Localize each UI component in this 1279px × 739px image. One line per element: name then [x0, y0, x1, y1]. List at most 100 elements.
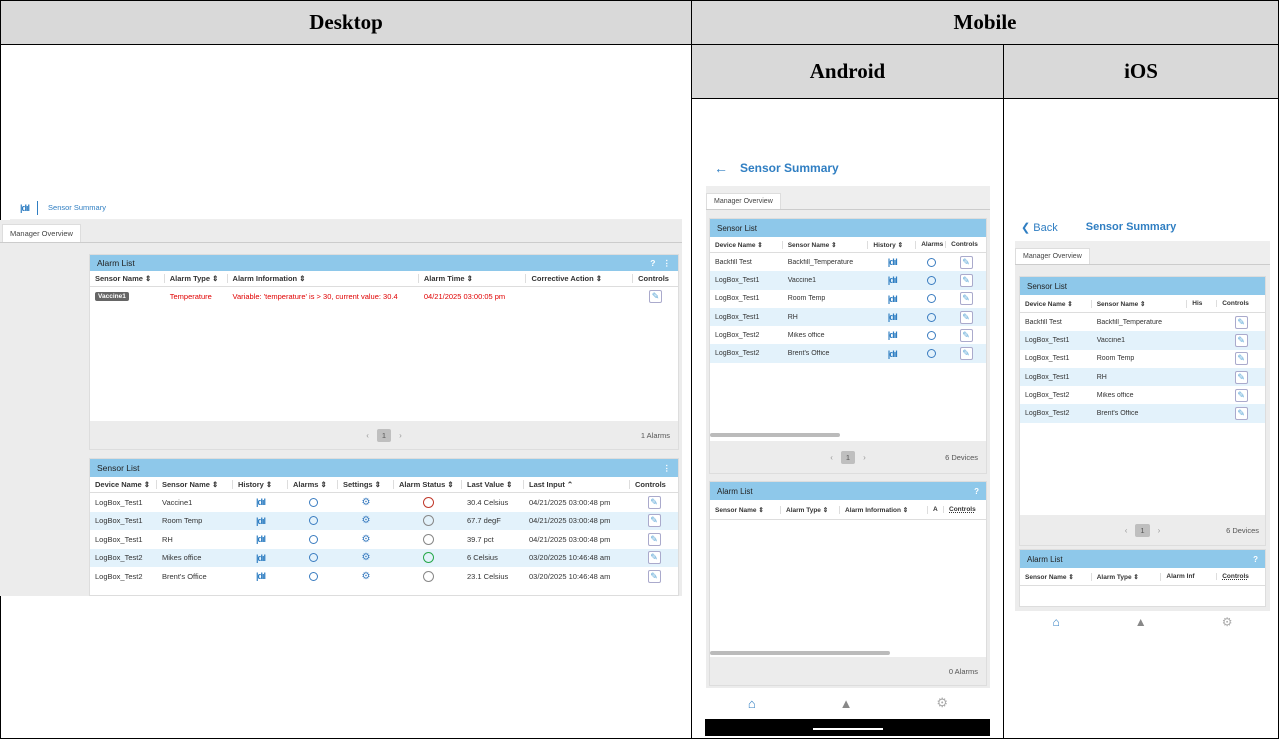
col-sensor-name[interactable]: Sensor Name ⇕ — [157, 480, 233, 489]
table-row[interactable]: Backfill Test Backfill_Temperature |dıl ✎ — [710, 253, 986, 271]
col-history[interactable]: History ⇕ — [233, 480, 288, 489]
history-chart-icon[interactable]: |dıl — [256, 534, 266, 544]
col-device-name[interactable]: Device Name ⇕ — [1020, 299, 1092, 308]
col-alarm-info[interactable]: Alarm Information ⇕ — [840, 505, 928, 514]
edit-icon[interactable]: ✎ — [959, 347, 973, 361]
col-alarm-info[interactable]: Alarm Inf — [1161, 573, 1218, 580]
table-row[interactable]: LogBox_Test1 Vaccine1 |dıl ⚙ 30.4 Celsius 04/… — [90, 493, 678, 512]
history-chart-icon[interactable]: |dıl — [888, 312, 898, 322]
col-sensor-name[interactable]: Sensor Name ⇕ — [1092, 299, 1188, 308]
menu-icon[interactable]: ⋮ — [663, 463, 672, 474]
edit-icon[interactable]: ✎ — [647, 569, 661, 583]
alarm-clock-icon[interactable] — [926, 312, 936, 322]
table-row[interactable]: LogBox_Test1 RH |dıl ⚙ 39.7 pct 04/21/2025 03… — [90, 530, 678, 549]
table-row[interactable]: Vaccine1 Temperature Variable: 'temperat… — [90, 287, 678, 305]
col-history[interactable]: History ⇕ — [868, 240, 917, 249]
col-sensor-name[interactable]: Sensor Name ⇕ — [783, 240, 869, 249]
settings-gear-icon[interactable]: ⚙ — [362, 515, 371, 526]
history-chart-icon[interactable]: |dıl — [256, 516, 266, 526]
alarm-clock-icon[interactable] — [308, 553, 318, 563]
edit-icon[interactable]: ✎ — [959, 292, 973, 306]
alarm-clock-icon[interactable] — [926, 294, 936, 304]
back-button[interactable]: ❮ Back — [1021, 221, 1058, 234]
edit-icon[interactable]: ✎ — [647, 514, 661, 528]
settings-gear-icon[interactable]: ⚙ — [362, 534, 371, 545]
horizontal-scrollbar[interactable] — [710, 433, 840, 437]
back-arrow-icon[interactable]: ← — [714, 160, 728, 176]
table-row[interactable]: LogBox_Test1 RH |dıl ✎ — [710, 307, 986, 327]
tab-manager-overview[interactable]: Manager Overview — [706, 193, 781, 209]
history-chart-icon[interactable]: |dıl — [888, 257, 898, 267]
table-row[interactable]: LogBox_Test1 Vaccine1 ✎ — [1020, 331, 1265, 350]
help-icon[interactable]: ? — [974, 487, 979, 496]
col-alarm-status[interactable]: Alarm Status ⇕ — [394, 480, 462, 489]
next-page-icon[interactable]: › — [863, 453, 866, 462]
col-device-name[interactable]: Device Name ⇕ — [710, 240, 783, 249]
horizontal-scrollbar[interactable] — [710, 651, 890, 655]
next-page-icon[interactable]: › — [1158, 526, 1161, 535]
edit-icon[interactable]: ✎ — [1234, 333, 1248, 347]
home-icon[interactable]: ⌂ — [748, 696, 756, 711]
edit-icon[interactable]: ✎ — [647, 551, 661, 565]
table-row[interactable]: LogBox_Test2 Mikes office |dıl ⚙ 6 Celsius 03… — [90, 548, 678, 567]
edit-icon[interactable]: ✎ — [1234, 370, 1248, 384]
menu-icon[interactable]: ⋮ — [663, 258, 672, 268]
settings-gear-icon[interactable]: ⚙ — [362, 497, 371, 508]
col-device-name[interactable]: Device Name ⇕ — [90, 480, 157, 489]
home-icon[interactable]: ⌂ — [1053, 615, 1060, 629]
table-row[interactable]: LogBox_Test2 Brent's Office |dıl ⚙ 23.1 Cels… — [90, 567, 678, 586]
history-chart-icon[interactable]: |dıl — [888, 349, 898, 359]
table-row[interactable]: LogBox_Test2 Mikes office ✎ — [1020, 386, 1265, 404]
edit-icon[interactable]: ✎ — [1234, 315, 1248, 329]
history-chart-icon[interactable]: |dıl — [256, 553, 266, 563]
edit-icon[interactable]: ✎ — [959, 273, 973, 287]
table-row[interactable]: LogBox_Test2 Brent's Office ✎ — [1020, 404, 1265, 423]
chart-icon[interactable]: |dıl — [20, 203, 30, 213]
table-row[interactable]: LogBox_Test2 Mikes office |dıl ✎ — [710, 326, 986, 344]
history-chart-icon[interactable]: |dıl — [888, 330, 898, 340]
col-last-value[interactable]: Last Value ⇕ — [462, 480, 524, 489]
alarm-clock-icon[interactable] — [308, 497, 318, 507]
edit-icon[interactable]: ✎ — [649, 289, 663, 303]
tab-manager-overview[interactable]: Manager Overview — [2, 224, 81, 242]
alarm-clock-icon[interactable] — [308, 571, 318, 581]
alarm-clock-icon[interactable] — [926, 349, 936, 359]
bell-icon[interactable]: ▲ — [1135, 615, 1147, 629]
help-icon[interactable]: ? — [1253, 555, 1258, 564]
col-alarm-time[interactable]: Alarm Time ⇕ — [419, 274, 527, 283]
alarm-clock-icon[interactable] — [926, 275, 936, 285]
alarm-clock-icon[interactable] — [308, 534, 318, 544]
col-corrective-action[interactable]: Corrective Action ⇕ — [526, 274, 634, 283]
col-alarms[interactable]: Alarms — [916, 241, 947, 248]
prev-page-icon[interactable]: ‹ — [366, 431, 369, 440]
history-chart-icon[interactable]: |dıl — [256, 571, 266, 581]
edit-icon[interactable]: ✎ — [1234, 407, 1248, 421]
prev-page-icon[interactable]: ‹ — [830, 453, 833, 462]
edit-icon[interactable]: ✎ — [647, 495, 661, 509]
table-row[interactable]: LogBox_Test2 Brent's Office |dıl ✎ — [710, 344, 986, 363]
col-alarm-type[interactable]: Alarm Type ⇕ — [781, 505, 840, 514]
col-history[interactable]: His — [1187, 300, 1218, 307]
prev-page-icon[interactable]: ‹ — [1125, 526, 1128, 535]
next-page-icon[interactable]: › — [399, 431, 402, 440]
history-chart-icon[interactable]: |dıl — [256, 497, 266, 507]
alarm-clock-icon[interactable] — [308, 516, 318, 526]
edit-icon[interactable]: ✎ — [1234, 388, 1248, 402]
col-alarms[interactable]: Alarms ⇕ — [288, 480, 338, 489]
col-sensor-name[interactable]: Sensor Name ⇕ — [710, 505, 781, 514]
tab-manager-overview[interactable]: Manager Overview — [1015, 248, 1090, 264]
page-1-button[interactable]: 1 — [840, 450, 856, 464]
edit-icon[interactable]: ✎ — [1234, 352, 1248, 366]
bell-icon[interactable]: ▲ — [840, 696, 853, 711]
history-chart-icon[interactable]: |dıl — [888, 294, 898, 304]
col-alarm-time[interactable]: A — [928, 506, 944, 513]
col-sensor-name[interactable]: Sensor Name ⇕ — [1020, 572, 1092, 581]
col-last-input[interactable]: Last Input ⌃ — [524, 480, 630, 489]
gear-icon[interactable]: ⚙ — [1222, 615, 1233, 629]
col-alarm-type[interactable]: Alarm Type ⇕ — [165, 274, 228, 283]
edit-icon[interactable]: ✎ — [959, 255, 973, 269]
col-alarm-info[interactable]: Alarm Information ⇕ — [228, 274, 419, 283]
alarm-clock-icon[interactable] — [926, 257, 936, 267]
col-settings[interactable]: Settings ⇕ — [338, 480, 394, 489]
edit-icon[interactable]: ✎ — [647, 532, 661, 546]
